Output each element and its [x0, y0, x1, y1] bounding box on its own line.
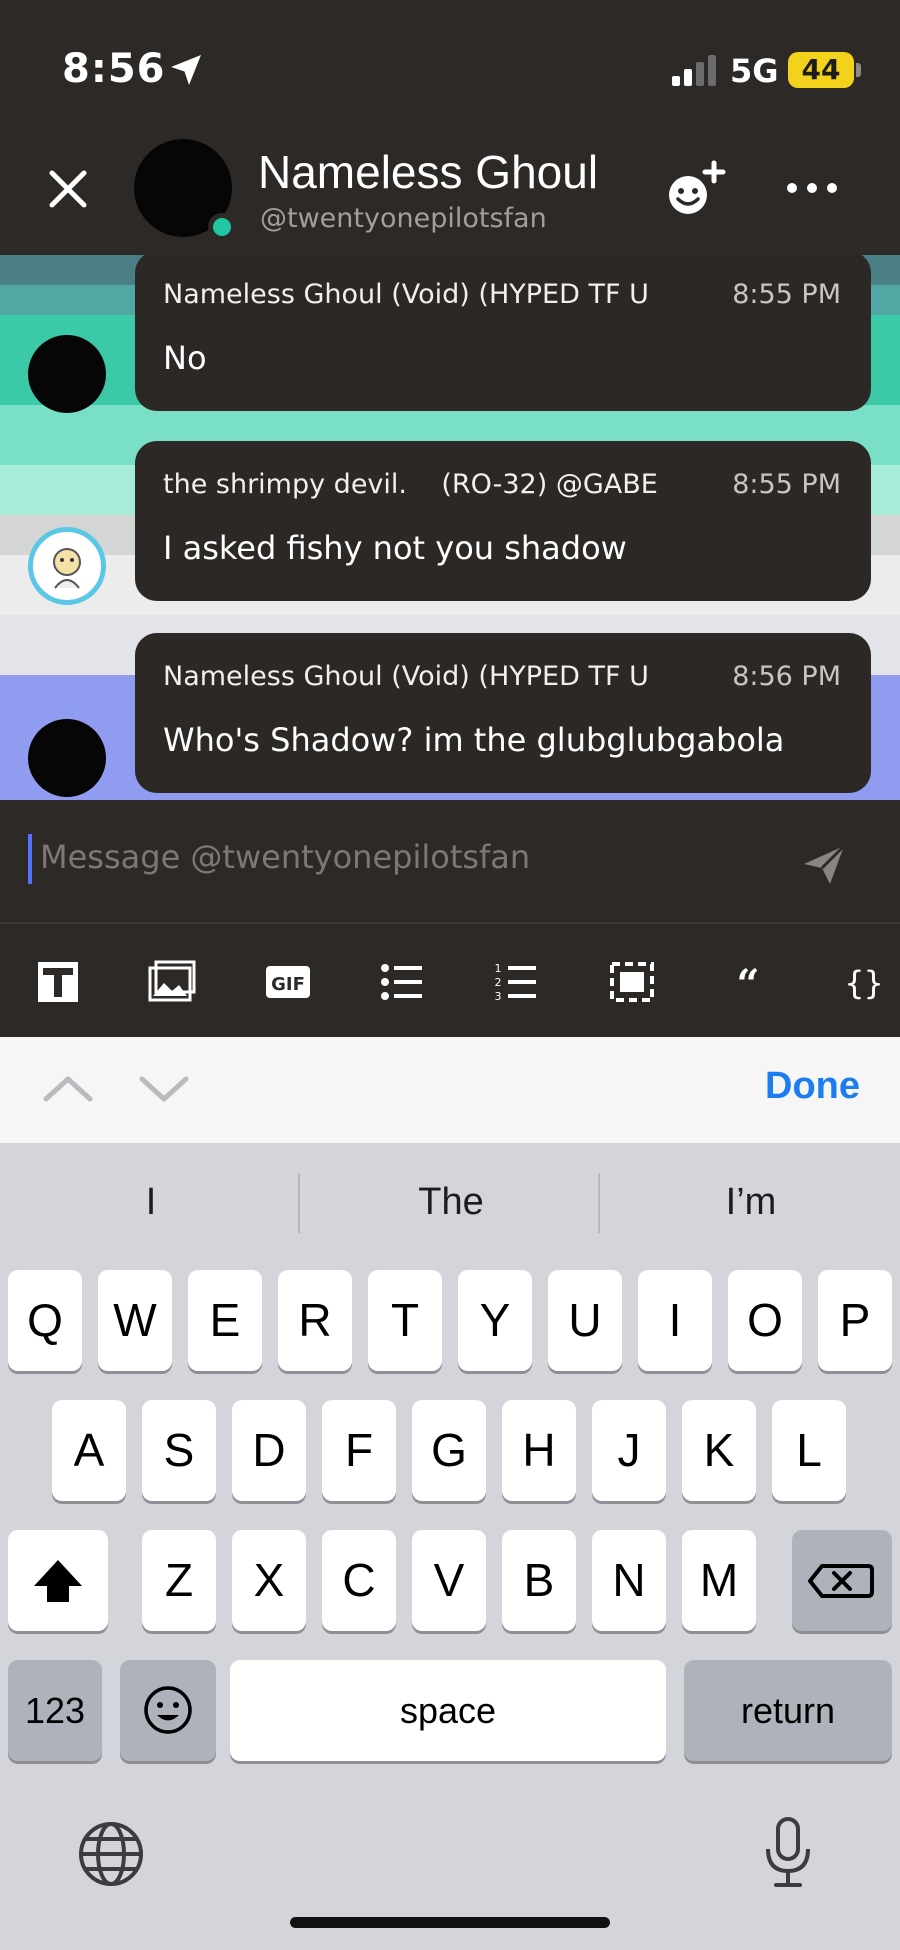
- key-n[interactable]: N: [592, 1530, 666, 1631]
- return-key[interactable]: return: [684, 1660, 892, 1761]
- location-arrow-icon: [171, 55, 201, 85]
- message-timestamp: 8:55 PM: [732, 279, 841, 310]
- backspace-key[interactable]: [792, 1530, 892, 1631]
- emoji-icon: [144, 1686, 192, 1734]
- keyboard: I The I’m Q W E R T Y U I O P A S D F G …: [0, 1143, 900, 1950]
- key-q[interactable]: Q: [8, 1270, 82, 1371]
- message-bubble[interactable]: Nameless Ghoul (Void) (HYPED TF U 8:55 P…: [135, 255, 871, 411]
- keyboard-accessory-bar: Done: [0, 1037, 900, 1143]
- message-text: I asked fishy not you shadow: [163, 529, 627, 567]
- numbered-list-icon[interactable]: 1 2 3: [490, 956, 542, 1008]
- text-format-icon[interactable]: [32, 956, 84, 1008]
- done-button[interactable]: Done: [765, 1065, 860, 1108]
- key-k[interactable]: K: [682, 1400, 756, 1501]
- key-m[interactable]: M: [682, 1530, 756, 1631]
- key-o[interactable]: O: [728, 1270, 802, 1371]
- network-type: 5G: [730, 52, 779, 90]
- message-text: No: [163, 339, 207, 377]
- key-v[interactable]: V: [412, 1530, 486, 1631]
- numbers-key[interactable]: 123: [8, 1660, 102, 1761]
- suggestion-3[interactable]: I’m: [602, 1181, 900, 1224]
- key-r[interactable]: R: [278, 1270, 352, 1371]
- status-bar: 8:56 5G 44: [0, 0, 900, 135]
- battery-level: 44: [801, 53, 841, 86]
- battery-nub: [856, 63, 861, 77]
- space-key[interactable]: space: [230, 1660, 666, 1761]
- suggestion-separator: [298, 1173, 300, 1233]
- key-u[interactable]: U: [548, 1270, 622, 1371]
- code-block-icon[interactable]: {}: [838, 956, 890, 1008]
- cellular-signal-icon: [672, 55, 716, 86]
- quote-icon[interactable]: “: [722, 956, 774, 1008]
- key-s[interactable]: S: [142, 1400, 216, 1501]
- key-f[interactable]: F: [322, 1400, 396, 1501]
- spoiler-icon[interactable]: [606, 956, 658, 1008]
- close-icon[interactable]: [40, 161, 96, 217]
- more-options-icon[interactable]: [784, 173, 840, 203]
- backspace-icon: [808, 1564, 874, 1598]
- message-author: Nameless Ghoul (Void) (HYPED TF U: [163, 279, 649, 310]
- key-l[interactable]: L: [772, 1400, 846, 1501]
- key-j[interactable]: J: [592, 1400, 666, 1501]
- key-x[interactable]: X: [232, 1530, 306, 1631]
- send-icon[interactable]: [800, 840, 848, 888]
- globe-icon[interactable]: [76, 1819, 146, 1889]
- conversation-handle: @twentyonepilotsfan: [260, 203, 547, 234]
- battery-icon: 44: [788, 52, 854, 88]
- key-t[interactable]: T: [368, 1270, 442, 1371]
- key-h[interactable]: H: [502, 1400, 576, 1501]
- message-timestamp: 8:56 PM: [732, 661, 841, 692]
- image-icon[interactable]: [146, 956, 198, 1008]
- key-a[interactable]: A: [52, 1400, 126, 1501]
- gif-icon[interactable]: GIF: [262, 956, 314, 1008]
- chat-header: Nameless Ghoul @twentyonepilotsfan: [0, 135, 900, 255]
- key-g[interactable]: G: [412, 1400, 486, 1501]
- key-e[interactable]: E: [188, 1270, 262, 1371]
- shift-key[interactable]: [8, 1530, 108, 1631]
- emoji-key[interactable]: [120, 1660, 216, 1761]
- key-y[interactable]: Y: [458, 1270, 532, 1371]
- message-bubble[interactable]: Nameless Ghoul (Void) (HYPED TF U 8:56 P…: [135, 633, 871, 793]
- message-author: Nameless Ghoul (Void) (HYPED TF U: [163, 661, 649, 692]
- suggestion-1[interactable]: I: [2, 1181, 300, 1224]
- message-composer: Message @twentyonepilotsfan: [0, 800, 900, 922]
- chevron-down-icon[interactable]: [136, 1067, 192, 1111]
- message-input[interactable]: Message @twentyonepilotsfan: [40, 838, 530, 876]
- suggestion-separator: [598, 1173, 600, 1233]
- avatar[interactable]: [28, 335, 106, 413]
- message-timestamp: 8:55 PM: [732, 469, 841, 500]
- message-bubble[interactable]: the shrimpy devil. (RO-32) @GABE 8:55 PM…: [135, 441, 871, 601]
- gif-label: GIF: [271, 974, 305, 995]
- avatar[interactable]: [28, 527, 106, 605]
- chevron-up-icon[interactable]: [40, 1067, 96, 1111]
- online-status-indicator: [208, 213, 236, 241]
- message-list[interactable]: Nameless Ghoul (Void) (HYPED TF U 8:55 P…: [0, 255, 900, 800]
- clock: 8:56: [62, 46, 166, 92]
- key-d[interactable]: D: [232, 1400, 306, 1501]
- key-b[interactable]: B: [502, 1530, 576, 1631]
- svg-text:1: 1: [495, 962, 502, 975]
- message-author: the shrimpy devil. (RO-32) @GABE: [163, 469, 658, 500]
- svg-text:2: 2: [495, 976, 502, 989]
- key-z[interactable]: Z: [142, 1530, 216, 1631]
- shift-icon: [34, 1560, 82, 1602]
- code-label: {}: [845, 964, 884, 1002]
- key-p[interactable]: P: [818, 1270, 892, 1371]
- suggestion-2[interactable]: The: [302, 1181, 600, 1224]
- svg-text:“: “: [736, 961, 759, 1008]
- formatting-toolbar: GIF 1 2 3 “ {}: [0, 924, 900, 1037]
- cartoon-avatar-icon: [53, 548, 81, 589]
- key-w[interactable]: W: [98, 1270, 172, 1371]
- add-friend-icon[interactable]: [664, 159, 730, 219]
- message-text: Who's Shadow? im the glubglubgabola: [163, 721, 785, 759]
- home-indicator: [290, 1917, 610, 1928]
- conversation-name[interactable]: Nameless Ghoul: [258, 145, 608, 199]
- svg-text:3: 3: [495, 990, 502, 1003]
- text-cursor: [28, 834, 32, 884]
- microphone-icon[interactable]: [758, 1813, 818, 1893]
- key-i[interactable]: I: [638, 1270, 712, 1371]
- bullet-list-icon[interactable]: [376, 956, 428, 1008]
- avatar[interactable]: [28, 719, 106, 797]
- key-c[interactable]: C: [322, 1530, 396, 1631]
